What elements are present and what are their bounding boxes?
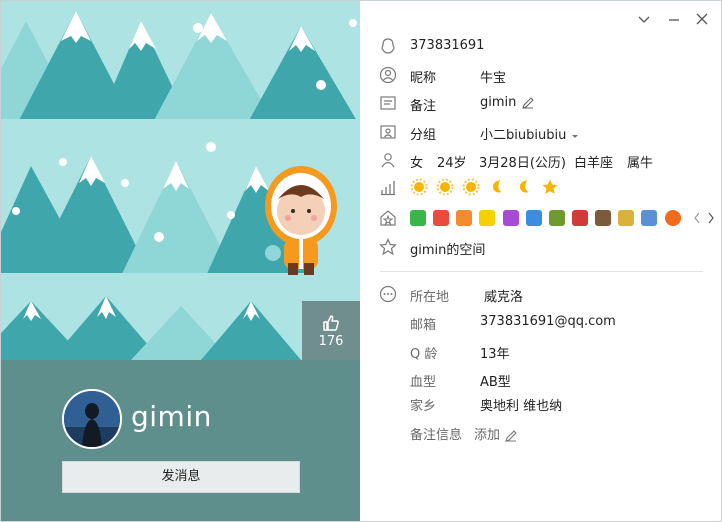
badge-icon — [410, 210, 426, 226]
badge-house-icon — [380, 210, 396, 226]
row-group: 分组 小二biubiubiu — [360, 121, 721, 143]
space-link[interactable]: gimin的空间 — [410, 239, 485, 258]
birthday: 3月28日(公历) — [479, 156, 566, 171]
badge-icon — [618, 210, 635, 226]
email-label: 邮箱 — [410, 318, 437, 333]
badge-icon — [641, 210, 658, 226]
note-label: 备注信息 — [410, 428, 463, 443]
thumbs-up-icon — [323, 315, 339, 331]
row-space: gimin的空间 — [360, 236, 721, 258]
like-button[interactable]: 176 — [302, 301, 360, 360]
badge-icon — [525, 210, 542, 226]
remark-label: 备注 — [410, 99, 437, 114]
badge-icon — [595, 210, 612, 226]
group-dropdown[interactable]: 小二biubiubiu — [480, 124, 580, 143]
row-remark: 备注 gimin — [360, 92, 721, 114]
star-outline-icon — [379, 238, 397, 256]
username: gimin — [131, 400, 212, 433]
chevron-down-icon[interactable] — [636, 11, 652, 27]
remark-value[interactable]: gimin — [480, 95, 535, 110]
send-message-button[interactable]: 发消息 — [62, 461, 300, 493]
nickname-label: 昵称 — [410, 71, 437, 86]
email-value[interactable]: 373831691@qq.com — [480, 314, 616, 329]
gender: 女 — [410, 156, 424, 171]
right-panel: 373831691 昵称 牛宝 备注 gimin 分组 小二biubiubiu … — [360, 1, 721, 521]
age: 24岁 — [437, 156, 467, 171]
badge-icon — [664, 210, 681, 226]
moon-icon — [493, 180, 503, 193]
blood-value: AB型 — [480, 375, 511, 390]
moon-icon — [519, 180, 529, 193]
avatar[interactable] — [62, 389, 122, 449]
group-value: 小二biubiubiu — [480, 128, 567, 143]
sun-icon — [462, 178, 480, 196]
zodiac: 属牛 — [627, 156, 654, 171]
location-label: 所在地 — [410, 290, 450, 305]
qq-number[interactable]: 373831691 — [410, 38, 484, 53]
hometown-value: 奥地利 维也纳 — [480, 399, 563, 414]
badge-icon — [479, 210, 496, 226]
qq-penguin-icon — [381, 38, 395, 54]
hometown-label: 家乡 — [410, 399, 437, 414]
pencil-icon[interactable] — [521, 96, 535, 110]
more-dots-icon — [379, 285, 397, 303]
pencil-icon — [505, 429, 517, 442]
badge-icon — [548, 210, 565, 226]
row-basic-info: 女 24岁 3月28日(公历) 白羊座 属牛 — [360, 149, 721, 171]
chevron-right-icon[interactable] — [706, 211, 716, 225]
blood-label: 血型 — [410, 375, 437, 390]
chevron-left-icon[interactable] — [692, 211, 702, 225]
remark-text: gimin — [480, 95, 517, 110]
constellation: 白羊座 — [574, 156, 614, 171]
star-icon — [542, 179, 558, 194]
row-location: 所在地 威克洛 — [360, 283, 721, 305]
profile-window: 176 gimin 发消息 373831691 昵称 牛宝 备注 gimin 分… — [0, 0, 722, 522]
note-add-button[interactable]: 添加 — [474, 424, 518, 443]
group-icon — [380, 125, 396, 139]
badge-icon — [433, 210, 450, 226]
row-level — [360, 177, 721, 199]
location-value: 威克洛 — [484, 290, 524, 305]
sun-icon — [410, 178, 428, 196]
row-nickname: 昵称 牛宝 — [360, 64, 721, 86]
qage-value: 13年 — [480, 347, 510, 362]
close-icon[interactable] — [694, 11, 710, 27]
row-badges — [360, 207, 721, 229]
qage-label: Q 龄 — [410, 347, 438, 362]
card-icon — [380, 96, 396, 110]
like-count: 176 — [318, 334, 344, 349]
badge-list[interactable] — [410, 210, 716, 226]
level-icons[interactable] — [410, 178, 563, 196]
note-add-label: 添加 — [474, 428, 501, 443]
left-panel: 176 gimin 发消息 — [1, 1, 360, 521]
row-qq-number: 373831691 — [360, 35, 721, 57]
badge-icon — [571, 210, 588, 226]
level-bars-icon — [381, 181, 395, 196]
divider — [380, 271, 703, 272]
minimize-icon[interactable] — [666, 11, 682, 27]
nickname-value: 牛宝 — [480, 71, 507, 86]
badge-icon — [456, 210, 473, 226]
user-circle-icon — [379, 66, 397, 84]
person-icon — [381, 153, 395, 168]
sun-icon — [436, 178, 454, 196]
group-label: 分组 — [410, 128, 437, 143]
dropdown-caret-icon — [572, 134, 579, 138]
badge-icon — [502, 210, 519, 226]
